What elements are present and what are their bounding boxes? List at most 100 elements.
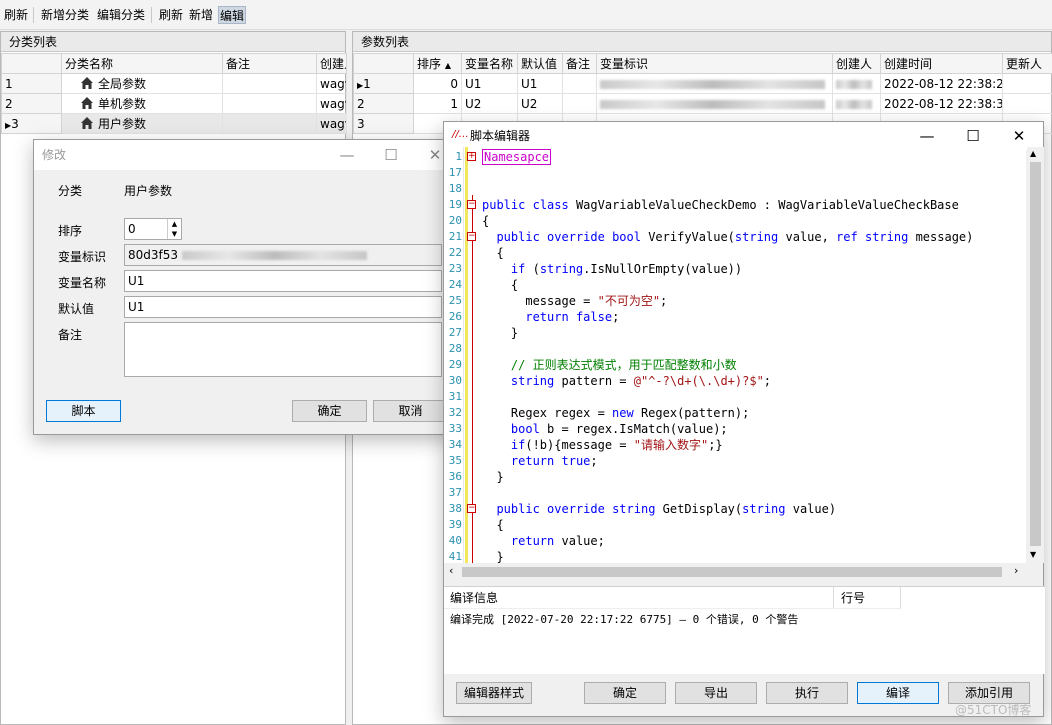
col-header-sort-label: 排序: [417, 57, 442, 71]
collapse-icon[interactable]: −: [467, 504, 476, 513]
line-number: 20: [448, 214, 462, 227]
var-name-value: U1: [128, 274, 145, 288]
param-name: U1: [461, 73, 518, 94]
table-row[interactable]: 2 1 U2 U2 2022-08-12 22:38:36: [353, 93, 1052, 114]
vertical-scrollbar[interactable]: ▲ ▼: [1027, 147, 1044, 563]
corner-header: [1, 53, 62, 74]
table-row[interactable]: ▶3用户参数wagv: [1, 113, 347, 134]
line-number: 1: [455, 150, 462, 163]
compile-button[interactable]: 编译: [857, 682, 939, 704]
editor-app-icon: //…: [452, 129, 469, 140]
param-sort: 0: [413, 73, 462, 94]
line-number: 33: [448, 422, 462, 435]
refresh-param-button[interactable]: 刷新: [158, 6, 184, 24]
expand-icon[interactable]: +: [467, 152, 476, 161]
house-icon: [81, 117, 93, 129]
minimize-icon[interactable]: —: [327, 140, 367, 170]
toolbar: 刷新 新增分类 编辑分类 刷新 新增 编辑: [0, 0, 1052, 30]
house-icon: [81, 77, 93, 89]
collapse-icon[interactable]: −: [467, 200, 476, 209]
line-number: 29: [448, 358, 462, 371]
category-panel-title: 分类列表: [1, 32, 345, 52]
col-header-category-name[interactable]: 分类名称: [61, 53, 223, 74]
table-row[interactable]: 2 单机参数 wagv: [1, 93, 347, 114]
cancel-button[interactable]: 取消: [373, 400, 448, 422]
var-id-redacted: [600, 79, 825, 89]
editor-ok-button[interactable]: 确定: [584, 682, 666, 704]
category-creator: wagv: [316, 93, 347, 114]
editor-style-button[interactable]: 编辑器样式: [456, 682, 532, 704]
col-header-note[interactable]: 备注: [222, 53, 317, 74]
line-number: 18: [448, 182, 462, 195]
line-number-header: 行号: [835, 587, 901, 609]
code-line: public override string GetDisplay(string…: [496, 502, 837, 516]
line-number: 31: [448, 390, 462, 403]
scroll-right-icon[interactable]: ›: [1014, 564, 1018, 577]
var-name-label: 变量名称: [58, 276, 107, 290]
line-number: 36: [448, 470, 462, 483]
sort-value: 0: [128, 222, 136, 236]
table-row[interactable]: ▶1 0 U1 U1 2022-08-12 22:38:25: [353, 73, 1052, 94]
col-header-sort[interactable]: 排序 ▲: [413, 53, 462, 74]
collapse-icon[interactable]: −: [467, 232, 476, 241]
scroll-up-icon[interactable]: ▲: [1030, 149, 1036, 158]
spin-arrows-icon[interactable]: ▲ ▼: [167, 219, 181, 239]
code-line: Namesapce: [482, 149, 552, 165]
export-button[interactable]: 导出: [675, 682, 757, 704]
compile-result-text: 编译完成 [2022-07-20 22:17:22 6775] — 0 个错误,…: [450, 613, 799, 626]
scroll-left-icon[interactable]: ‹: [449, 564, 453, 577]
code-line: return false;: [525, 310, 620, 324]
scroll-down-icon[interactable]: ▼: [1030, 550, 1036, 559]
sort-stepper[interactable]: 0 ▲ ▼: [124, 218, 182, 240]
toolbar-separator: [151, 7, 152, 23]
add-param-button[interactable]: 新增: [188, 6, 214, 24]
category-value: 用户参数: [124, 184, 173, 198]
edit-param-button[interactable]: 编辑: [218, 6, 247, 24]
scrollbar-thumb[interactable]: [1030, 162, 1041, 546]
col-header-var-name[interactable]: 变量名称: [461, 53, 518, 74]
code-editor[interactable]: 1 + Namesapce 17 18 19− public class WagVariab…: [444, 147, 1026, 563]
col-header-creator[interactable]: 创建人: [316, 53, 347, 74]
line-number: 25: [448, 294, 462, 307]
h-scrollbar-thumb[interactable]: [462, 567, 1002, 577]
col-header-default[interactable]: 默认值: [517, 53, 563, 74]
param-default: U1: [517, 73, 563, 94]
default-field[interactable]: U1: [124, 296, 442, 318]
col-header-create-time[interactable]: 创建时间: [880, 53, 1003, 74]
line-number: 40: [448, 534, 462, 547]
param-create-time: 2022-08-12 22:38:25: [880, 73, 1003, 94]
refresh-category-button[interactable]: 刷新: [3, 6, 29, 24]
var-name-field[interactable]: U1: [124, 270, 442, 292]
line-number: 32: [448, 406, 462, 419]
corner-header: [353, 53, 414, 74]
compile-info-panel: 编译信息 行号 编译完成 [2022-07-20 22:17:22 6775] …: [444, 586, 1045, 674]
run-button[interactable]: 执行: [766, 682, 848, 704]
category-grid: 分类名称备注创建人 1全局参数wagv 2单机参数wagv ▶3用户参数wagv: [1, 53, 347, 134]
col-header-creator[interactable]: 创建人: [832, 53, 881, 74]
table-row[interactable]: 1 全局参数 wagv: [1, 73, 347, 94]
line-number: 17: [448, 166, 462, 179]
note-textarea[interactable]: [124, 322, 442, 377]
default-value: U1: [128, 300, 145, 314]
code-line: // 正则表达式模式，用于匹配整数和小数: [510, 358, 737, 372]
edit-category-button[interactable]: 编辑分类: [96, 6, 146, 24]
close-icon[interactable]: ✕: [999, 122, 1039, 150]
maximize-icon[interactable]: ☐: [953, 122, 993, 150]
line-number: 19: [448, 198, 462, 211]
col-header-updater[interactable]: 更新人: [1002, 53, 1052, 74]
add-category-button[interactable]: 新增分类: [40, 6, 90, 24]
watermark: @51CTO博客: [955, 703, 1032, 717]
line-number: 24: [448, 278, 462, 291]
script-button[interactable]: 脚本: [46, 400, 121, 422]
maximize-icon[interactable]: ☐: [371, 140, 411, 170]
col-header-var-id[interactable]: 变量标识: [596, 53, 833, 74]
minimize-icon[interactable]: —: [907, 122, 947, 150]
row-number: 3: [11, 116, 19, 131]
ok-button[interactable]: 确定: [292, 400, 367, 422]
code-line: {: [482, 278, 519, 292]
sort-label: 排序: [58, 224, 83, 238]
horizontal-scrollbar[interactable]: ‹ ›: [444, 563, 1027, 581]
code-line: }: [482, 326, 519, 340]
var-id-redacted: [600, 99, 825, 109]
col-header-note[interactable]: 备注: [562, 53, 597, 74]
